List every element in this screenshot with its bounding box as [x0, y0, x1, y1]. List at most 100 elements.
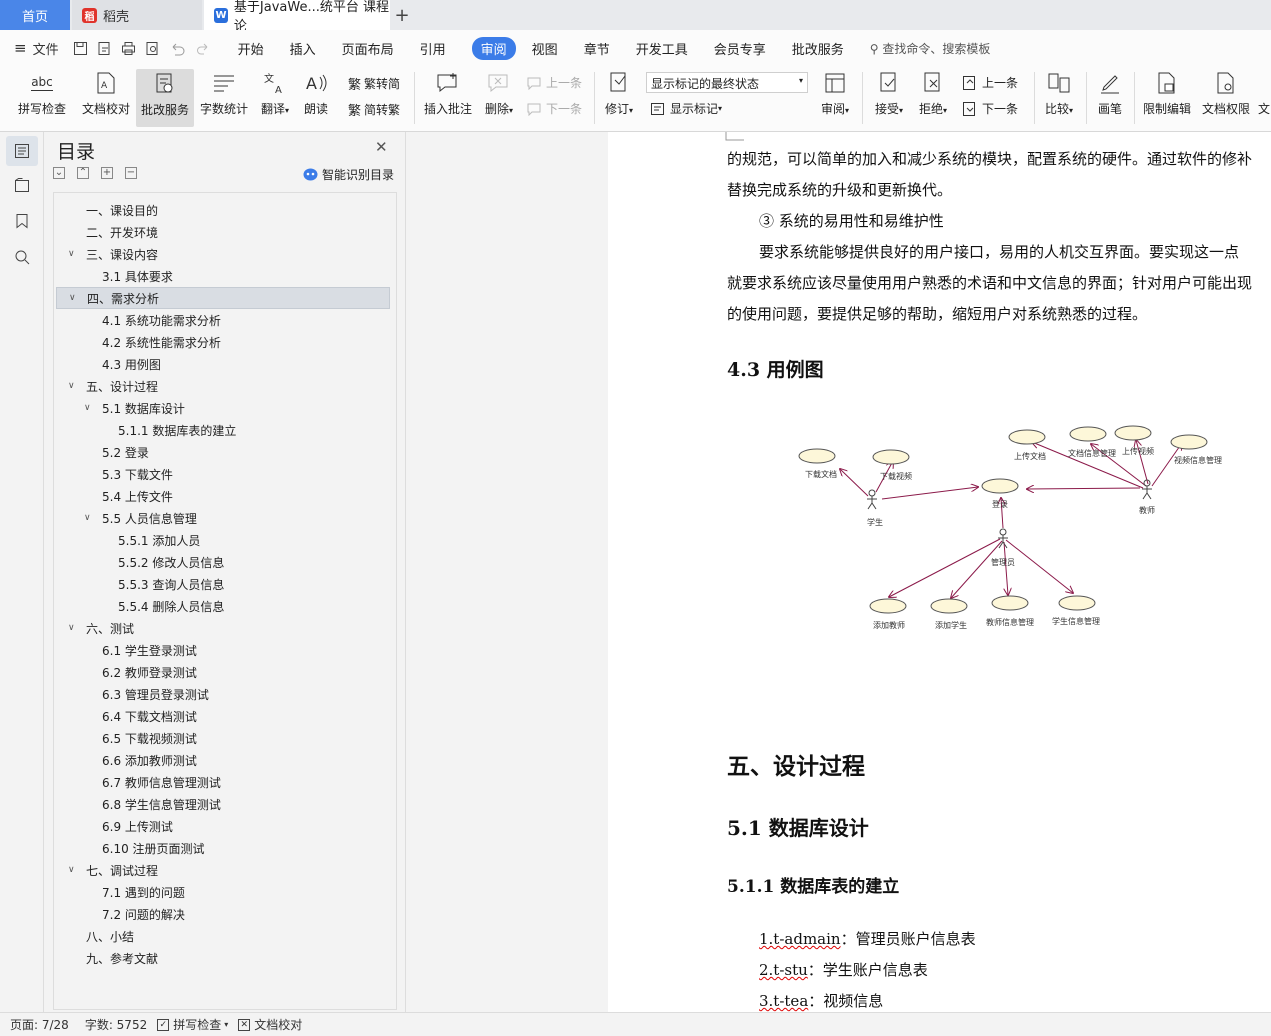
- chevron-down-icon[interactable]: ∨: [84, 403, 94, 413]
- show-markup-button[interactable]: 显示标记 ▾: [650, 100, 722, 117]
- word-count-button[interactable]: 字数统计: [198, 70, 250, 117]
- collapse-all-icon[interactable]: ⌄: [53, 167, 65, 179]
- next-comment-button[interactable]: 下一条: [526, 100, 582, 117]
- toc-item[interactable]: 6.2 教师登录测试: [56, 661, 390, 683]
- spell-check-button[interactable]: abc 拼写检查: [12, 70, 72, 117]
- menu-start[interactable]: 开始: [238, 39, 264, 58]
- menu-review[interactable]: 审阅: [471, 36, 516, 60]
- toc-item[interactable]: 6.8 学生信息管理测试: [56, 793, 390, 815]
- toc-item[interactable]: 5.5.3 查询人员信息: [56, 573, 390, 595]
- bookmark-icon[interactable]: [6, 206, 38, 236]
- toc-item[interactable]: ∨ 5.1 数据库设计: [56, 397, 390, 419]
- chapter-nav-icon[interactable]: [6, 170, 38, 200]
- toc-item[interactable]: 6.3 管理员登录测试: [56, 683, 390, 705]
- toc-item[interactable]: 4.1 系统功能需求分析: [56, 309, 390, 331]
- translate-button[interactable]: 文A 翻译▾: [256, 70, 294, 117]
- restrict-edit-button[interactable]: 限制编辑: [1142, 70, 1192, 117]
- next-change-button[interactable]: 下一条: [962, 100, 1018, 117]
- toc-item[interactable]: 7.2 问题的解决: [56, 903, 390, 925]
- redo-icon[interactable]: [196, 41, 211, 56]
- delete-comment-button[interactable]: 删除▾: [480, 70, 518, 117]
- save-icon[interactable]: [73, 41, 88, 56]
- toc-item[interactable]: 二、开发环境: [56, 221, 390, 243]
- toc-item[interactable]: ∨ 七、调试过程: [56, 859, 390, 881]
- document-page[interactable]: 的规范，可以简单的加入和减少系统的模块，配置系统的硬件。通过软件的修补 替换完成…: [608, 132, 1271, 1012]
- menu-view[interactable]: 视图: [532, 39, 558, 58]
- new-tab-plus-icon[interactable]: +: [392, 0, 412, 30]
- toc-item[interactable]: 5.4 上传文件: [56, 485, 390, 507]
- toc-item[interactable]: 6.10 注册页面测试: [56, 837, 390, 859]
- command-search[interactable]: ⚲ 查找命令、搜索模板: [870, 40, 991, 57]
- toc-item[interactable]: ∨ 五、设计过程: [56, 375, 390, 397]
- menu-developer[interactable]: 开发工具: [636, 39, 688, 58]
- tab-home[interactable]: 首页: [0, 0, 70, 30]
- toc-item[interactable]: 九、参考文献: [56, 947, 390, 969]
- reject-change-button[interactable]: 拒绝▾: [914, 70, 952, 117]
- toc-item[interactable]: 6.9 上传测试: [56, 815, 390, 837]
- toc-item[interactable]: 5.3 下载文件: [56, 463, 390, 485]
- accept-change-button[interactable]: 接受▾: [870, 70, 908, 117]
- markup-state-select[interactable]: 显示标记的最终状态 ▾: [646, 72, 808, 93]
- toc-item[interactable]: 6.1 学生登录测试: [56, 639, 390, 661]
- menu-grading[interactable]: 批改服务: [792, 39, 844, 58]
- file-menu[interactable]: ≡ 文件: [14, 39, 59, 58]
- print-icon[interactable]: [121, 41, 136, 56]
- trad-to-simp-button[interactable]: 繁繁转简: [348, 74, 400, 93]
- toc-item[interactable]: ∨ 四、需求分析: [56, 287, 390, 309]
- toc-item[interactable]: 6.7 教师信息管理测试: [56, 771, 390, 793]
- chevron-down-icon[interactable]: ∨: [68, 865, 78, 875]
- toc-item[interactable]: 一、课设目的: [56, 199, 390, 221]
- grading-service-button[interactable]: 批改服务: [136, 69, 194, 127]
- doc-permission-button[interactable]: 文档权限: [1200, 70, 1252, 117]
- close-icon[interactable]: ✕: [375, 138, 388, 156]
- page-indicator[interactable]: 页面: 7/28: [10, 1016, 69, 1033]
- remove-heading-icon[interactable]: −: [125, 167, 137, 179]
- prev-change-button[interactable]: 上一条: [962, 74, 1018, 91]
- toc-item[interactable]: 4.3 用例图: [56, 353, 390, 375]
- ribbon-more-button[interactable]: 文: [1258, 70, 1271, 117]
- toc-item[interactable]: 5.2 登录: [56, 441, 390, 463]
- toc-item[interactable]: 5.5.1 添加人员: [56, 529, 390, 551]
- smart-toc-button[interactable]: 智能识别目录: [303, 166, 394, 183]
- menu-section[interactable]: 章节: [584, 39, 610, 58]
- toc-item[interactable]: 5.1.1 数据库表的建立: [56, 419, 390, 441]
- toc-item[interactable]: ∨ 六、测试: [56, 617, 390, 639]
- simp-to-trad-button[interactable]: 繁简转繁: [348, 100, 400, 119]
- add-heading-icon[interactable]: +: [101, 167, 113, 179]
- chevron-down-icon[interactable]: ∨: [68, 623, 78, 633]
- toc-item[interactable]: ∨ 5.5 人员信息管理: [56, 507, 390, 529]
- doc-proofread-button[interactable]: A 文档校对: [80, 70, 132, 117]
- undo-icon[interactable]: [169, 41, 187, 56]
- toc-item[interactable]: 八、小结: [56, 925, 390, 947]
- chevron-down-icon[interactable]: ∨: [68, 381, 78, 391]
- chevron-down-icon[interactable]: ∨: [68, 249, 78, 259]
- toc-item[interactable]: 4.2 系统性能需求分析: [56, 331, 390, 353]
- chevron-down-icon[interactable]: ∨: [69, 293, 79, 303]
- toc-item[interactable]: 5.5.4 删除人员信息: [56, 595, 390, 617]
- track-changes-button[interactable]: 修订▾: [600, 70, 638, 117]
- menu-member[interactable]: 会员专享: [714, 39, 766, 58]
- toc-pane-icon[interactable]: [6, 136, 38, 166]
- toc-item[interactable]: 7.1 遇到的问题: [56, 881, 390, 903]
- print-preview-icon[interactable]: [145, 41, 160, 56]
- find-icon[interactable]: [6, 242, 38, 272]
- pen-button[interactable]: 画笔: [1094, 70, 1126, 117]
- toc-item[interactable]: 6.4 下载文档测试: [56, 705, 390, 727]
- toc-item[interactable]: 3.1 具体要求: [56, 265, 390, 287]
- insert-comment-button[interactable]: 插入批注: [422, 70, 474, 117]
- tab-daoke[interactable]: 稻稻壳: [72, 0, 202, 30]
- expand-all-icon[interactable]: ⌃: [77, 167, 89, 179]
- toc-item[interactable]: 6.6 添加教师测试: [56, 749, 390, 771]
- toc-item[interactable]: ∨ 三、课设内容: [56, 243, 390, 265]
- menu-page-layout[interactable]: 页面布局: [342, 39, 394, 58]
- read-aloud-button[interactable]: A 朗读: [298, 70, 334, 117]
- status-proofread[interactable]: ✕ 文档校对: [238, 1016, 302, 1033]
- export-pdf-icon[interactable]: [97, 41, 112, 56]
- status-spell-check[interactable]: ✓ 拼写检查 ▾: [157, 1016, 228, 1033]
- review-pane-button[interactable]: 审阅▾: [816, 70, 854, 117]
- toc-item[interactable]: 6.5 下载视频测试: [56, 727, 390, 749]
- menu-reference[interactable]: 引用: [420, 39, 446, 58]
- chevron-down-icon[interactable]: ∨: [84, 513, 94, 523]
- toc-item[interactable]: 5.5.2 修改人员信息: [56, 551, 390, 573]
- menu-insert[interactable]: 插入: [290, 39, 316, 58]
